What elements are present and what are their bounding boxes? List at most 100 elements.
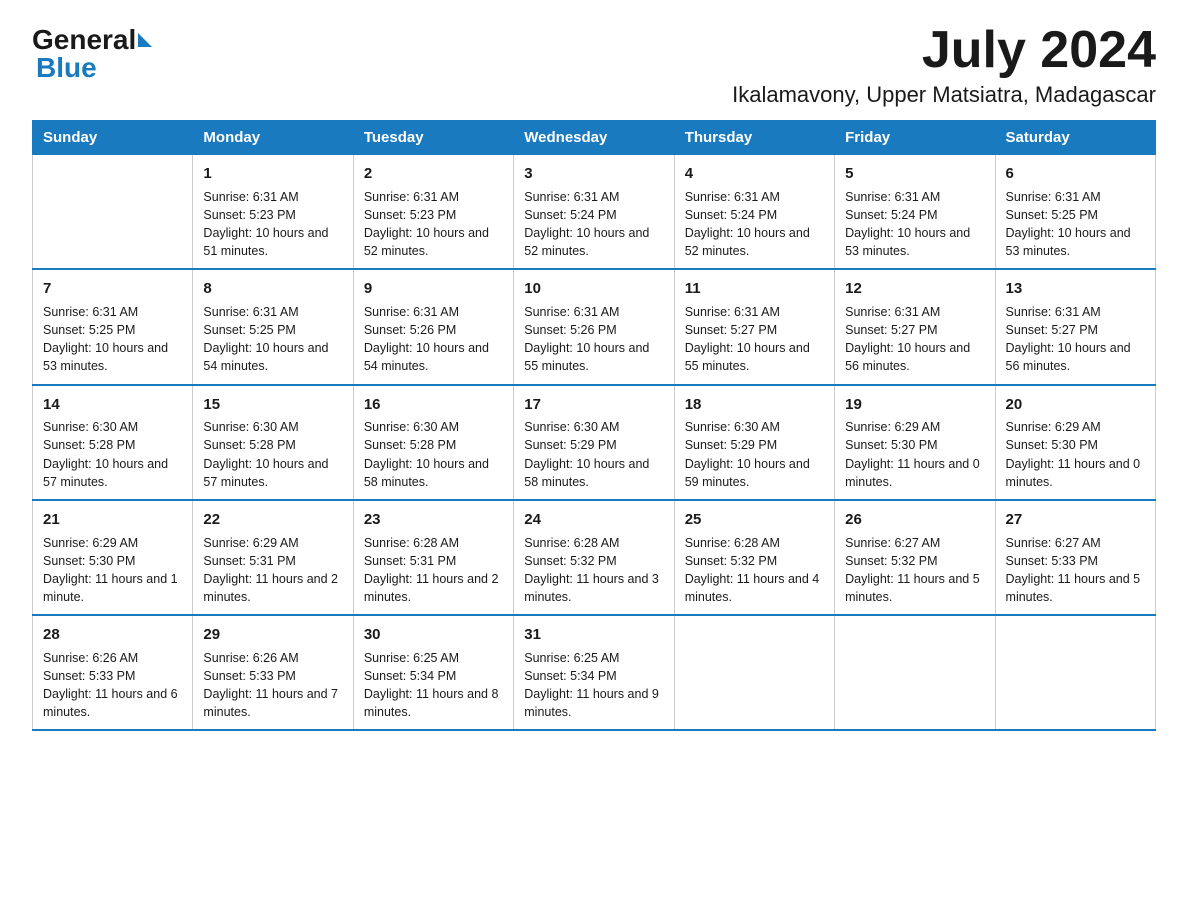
calendar-cell: 6 Sunrise: 6:31 AMSunset: 5:25 PMDaylight… [995, 155, 1155, 270]
calendar-cell: 11 Sunrise: 6:31 AMSunset: 5:27 PMDayligh… [674, 269, 834, 384]
day-number: 18 [685, 394, 824, 416]
calendar-cell: 25Sunrise: 6:28 AMSunset: 5:32 PMDayligh… [674, 500, 834, 615]
calendar-cell: 20Sunrise: 6:29 AMSunset: 5:30 PMDayligh… [995, 385, 1155, 500]
sun-info: Sunrise: 6:30 AMSunset: 5:29 PMDaylight:… [685, 418, 824, 491]
calendar-cell: 26Sunrise: 6:27 AMSunset: 5:32 PMDayligh… [835, 500, 995, 615]
calendar-cell: 1 Sunrise: 6:31 AMSunset: 5:23 PMDaylight… [193, 155, 353, 270]
day-number: 12 [845, 278, 984, 300]
page-header: General Blue July 2024 Ikalamavony, Uppe… [32, 24, 1156, 108]
day-number: 20 [1006, 394, 1145, 416]
sun-info: Sunrise: 6:29 AMSunset: 5:30 PMDaylight:… [43, 534, 182, 607]
day-number: 23 [364, 509, 503, 531]
day-number: 11 [685, 278, 824, 300]
sun-info: Sunrise: 6:31 AMSunset: 5:26 PMDaylight:… [364, 303, 503, 376]
sun-info: Sunrise: 6:30 AMSunset: 5:29 PMDaylight:… [524, 418, 663, 491]
sun-info: Sunrise: 6:31 AMSunset: 5:24 PMDaylight:… [845, 188, 984, 261]
sun-info: Sunrise: 6:31 AMSunset: 5:25 PMDaylight:… [1006, 188, 1145, 261]
calendar-header-row: SundayMondayTuesdayWednesdayThursdayFrid… [33, 121, 1156, 155]
calendar-cell: 24 Sunrise: 6:28 AMSunset: 5:32 PMDayligh… [514, 500, 674, 615]
day-number: 6 [1006, 163, 1145, 185]
day-number: 2 [364, 163, 503, 185]
calendar-cell [995, 615, 1155, 730]
calendar-cell: 13Sunrise: 6:31 AMSunset: 5:27 PMDayligh… [995, 269, 1155, 384]
calendar-cell: 18Sunrise: 6:30 AMSunset: 5:29 PMDayligh… [674, 385, 834, 500]
day-number: 14 [43, 394, 182, 416]
calendar-week-5: 28 Sunrise: 6:26 AMSunset: 5:33 PMDayligh… [33, 615, 1156, 730]
sun-info: Sunrise: 6:31 AMSunset: 5:24 PMDaylight:… [524, 188, 663, 261]
day-number: 29 [203, 624, 342, 646]
day-number: 1 [203, 163, 342, 185]
sun-info: Sunrise: 6:30 AMSunset: 5:28 PMDaylight:… [43, 418, 182, 491]
sun-info: Sunrise: 6:31 AMSunset: 5:27 PMDaylight:… [685, 303, 824, 376]
calendar-cell: 22 Sunrise: 6:29 AMSunset: 5:31 PMDayligh… [193, 500, 353, 615]
calendar-cell: 5Sunrise: 6:31 AMSunset: 5:24 PMDaylight… [835, 155, 995, 270]
calendar-cell: 31 Sunrise: 6:25 AMSunset: 5:34 PMDayligh… [514, 615, 674, 730]
day-number: 24 [524, 509, 663, 531]
calendar-header-thursday: Thursday [674, 121, 834, 155]
calendar-cell: 12 Sunrise: 6:31 AMSunset: 5:27 PMDayligh… [835, 269, 995, 384]
calendar-header-tuesday: Tuesday [353, 121, 513, 155]
calendar-cell: 28 Sunrise: 6:26 AMSunset: 5:33 PMDayligh… [33, 615, 193, 730]
calendar-cell [33, 155, 193, 270]
day-number: 16 [364, 394, 503, 416]
day-number: 8 [203, 278, 342, 300]
sun-info: Sunrise: 6:31 AMSunset: 5:24 PMDaylight:… [685, 188, 824, 261]
sun-info: Sunrise: 6:31 AMSunset: 5:26 PMDaylight:… [524, 303, 663, 376]
sun-info: Sunrise: 6:31 AMSunset: 5:25 PMDaylight:… [43, 303, 182, 376]
day-number: 21 [43, 509, 182, 531]
sun-info: Sunrise: 6:25 AMSunset: 5:34 PMDaylight:… [364, 649, 503, 722]
calendar-cell: 3 Sunrise: 6:31 AMSunset: 5:24 PMDaylight… [514, 155, 674, 270]
day-number: 26 [845, 509, 984, 531]
calendar-cell: 7 Sunrise: 6:31 AMSunset: 5:25 PMDaylight… [33, 269, 193, 384]
sun-info: Sunrise: 6:30 AMSunset: 5:28 PMDaylight:… [203, 418, 342, 491]
sun-info: Sunrise: 6:31 AMSunset: 5:23 PMDaylight:… [203, 188, 342, 261]
calendar-cell: 9 Sunrise: 6:31 AMSunset: 5:26 PMDaylight… [353, 269, 513, 384]
day-number: 17 [524, 394, 663, 416]
calendar-week-3: 14Sunrise: 6:30 AMSunset: 5:28 PMDayligh… [33, 385, 1156, 500]
calendar-cell: 2 Sunrise: 6:31 AMSunset: 5:23 PMDaylight… [353, 155, 513, 270]
sun-info: Sunrise: 6:27 AMSunset: 5:33 PMDaylight:… [1006, 534, 1145, 607]
calendar-cell: 30Sunrise: 6:25 AMSunset: 5:34 PMDayligh… [353, 615, 513, 730]
day-number: 28 [43, 624, 182, 646]
calendar-cell: 17Sunrise: 6:30 AMSunset: 5:29 PMDayligh… [514, 385, 674, 500]
logo-arrow-icon [138, 33, 152, 47]
logo: General Blue [32, 24, 154, 84]
day-number: 22 [203, 509, 342, 531]
calendar-cell: 8Sunrise: 6:31 AMSunset: 5:25 PMDaylight… [193, 269, 353, 384]
sun-info: Sunrise: 6:30 AMSunset: 5:28 PMDaylight:… [364, 418, 503, 491]
sun-info: Sunrise: 6:29 AMSunset: 5:31 PMDaylight:… [203, 534, 342, 607]
sun-info: Sunrise: 6:28 AMSunset: 5:31 PMDaylight:… [364, 534, 503, 607]
calendar-header-wednesday: Wednesday [514, 121, 674, 155]
sun-info: Sunrise: 6:29 AMSunset: 5:30 PMDaylight:… [845, 418, 984, 491]
calendar-table: SundayMondayTuesdayWednesdayThursdayFrid… [32, 120, 1156, 731]
title-section: July 2024 Ikalamavony, Upper Matsiatra, … [732, 24, 1156, 108]
calendar-week-1: 1 Sunrise: 6:31 AMSunset: 5:23 PMDaylight… [33, 155, 1156, 270]
logo-blue-text: Blue [36, 52, 97, 83]
calendar-cell [674, 615, 834, 730]
sun-info: Sunrise: 6:29 AMSunset: 5:30 PMDaylight:… [1006, 418, 1145, 491]
day-number: 9 [364, 278, 503, 300]
month-title: July 2024 [732, 24, 1156, 76]
sun-info: Sunrise: 6:25 AMSunset: 5:34 PMDaylight:… [524, 649, 663, 722]
calendar-header-monday: Monday [193, 121, 353, 155]
sun-info: Sunrise: 6:26 AMSunset: 5:33 PMDaylight:… [203, 649, 342, 722]
calendar-cell: 14Sunrise: 6:30 AMSunset: 5:28 PMDayligh… [33, 385, 193, 500]
day-number: 3 [524, 163, 663, 185]
calendar-cell: 29 Sunrise: 6:26 AMSunset: 5:33 PMDayligh… [193, 615, 353, 730]
calendar-header-saturday: Saturday [995, 121, 1155, 155]
sun-info: Sunrise: 6:28 AMSunset: 5:32 PMDaylight:… [685, 534, 824, 607]
calendar-week-4: 21 Sunrise: 6:29 AMSunset: 5:30 PMDayligh… [33, 500, 1156, 615]
calendar-header-friday: Friday [835, 121, 995, 155]
sun-info: Sunrise: 6:31 AMSunset: 5:23 PMDaylight:… [364, 188, 503, 261]
day-number: 31 [524, 624, 663, 646]
sun-info: Sunrise: 6:28 AMSunset: 5:32 PMDaylight:… [524, 534, 663, 607]
day-number: 13 [1006, 278, 1145, 300]
sun-info: Sunrise: 6:26 AMSunset: 5:33 PMDaylight:… [43, 649, 182, 722]
calendar-cell: 4Sunrise: 6:31 AMSunset: 5:24 PMDaylight… [674, 155, 834, 270]
calendar-cell: 27Sunrise: 6:27 AMSunset: 5:33 PMDayligh… [995, 500, 1155, 615]
day-number: 10 [524, 278, 663, 300]
calendar-cell: 19Sunrise: 6:29 AMSunset: 5:30 PMDayligh… [835, 385, 995, 500]
sun-info: Sunrise: 6:31 AMSunset: 5:27 PMDaylight:… [845, 303, 984, 376]
day-number: 7 [43, 278, 182, 300]
calendar-cell: 23 Sunrise: 6:28 AMSunset: 5:31 PMDayligh… [353, 500, 513, 615]
